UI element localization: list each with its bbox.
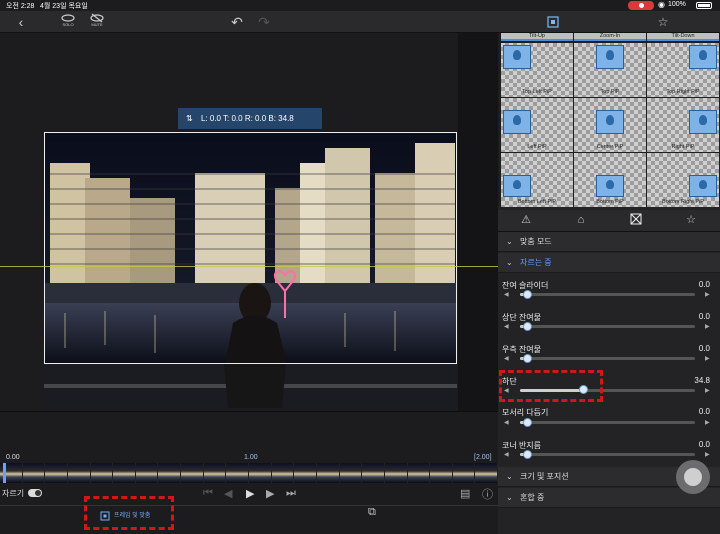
preset-bottom-left-pip[interactable]: Bottom Left PiP [501, 153, 573, 207]
slider-track-remaining[interactable] [520, 293, 695, 296]
status-date: 4월 23일 목요일 [40, 3, 88, 10]
captions-icon[interactable]: ▤ [460, 487, 470, 500]
preset-bottom-pip[interactable]: Bottom PiP [574, 153, 646, 207]
city-night-image [45, 133, 456, 363]
preset-tilt-up[interactable]: Tilt-Up [501, 33, 573, 41]
decrement-icon[interactable]: ◀ [504, 323, 509, 330]
preset-zoom-in[interactable]: Zoom-In [574, 33, 646, 41]
preview-side-strip [458, 33, 498, 411]
preset-top-pip[interactable]: Top PiP [574, 43, 646, 97]
preset-center-pip[interactable]: Center PiP [574, 98, 646, 152]
chevron-down-icon: ⌄ [506, 472, 513, 481]
preset-top-left-pip[interactable]: Top Left PiP [501, 43, 573, 97]
svg-text:MUTE: MUTE [91, 22, 103, 27]
redo-button[interactable]: ↷ [255, 13, 273, 31]
star-icon[interactable]: ☆ [656, 13, 670, 31]
crop-readout-icon: ⇅ [186, 114, 193, 123]
decrement-icon[interactable]: ◀ [504, 451, 509, 458]
status-bar: 오전 2:28 4월 23일 목요일 ◉ 100% [0, 0, 720, 11]
trim-label: 자르기 [2, 489, 25, 498]
preset-tilt-down[interactable]: Tilt-Down [647, 33, 719, 41]
crop-readout: ⇅ L: 0.0 T: 0.0 R: 0.0 B: 34.8 [178, 108, 322, 129]
cropped-region-preview [44, 364, 457, 408]
warning-icon[interactable]: ⚠ [519, 213, 533, 227]
slider-label-corner-smooth: 모서리 다듬기 [502, 408, 549, 417]
increment-icon[interactable]: ▶ [705, 291, 710, 298]
assistive-touch-button[interactable] [676, 460, 710, 494]
slider-track-corner-radius[interactable] [520, 453, 695, 456]
section-crop[interactable]: ⌄ 자르는 중 [498, 253, 720, 273]
slider-track-corner-smooth[interactable] [520, 421, 695, 424]
step-back-icon[interactable]: ◀ [224, 487, 232, 500]
transform-icon[interactable]: ⧉ [368, 506, 376, 519]
guide-line [0, 266, 498, 267]
help-icon[interactable]: ⓘ [482, 486, 493, 502]
slider-value-bottom: 34.8 [694, 376, 710, 385]
increment-icon[interactable]: ▶ [705, 451, 710, 458]
battery-percent: 100% [668, 1, 686, 8]
play-icon[interactable]: ▶ [246, 487, 254, 500]
increment-icon[interactable]: ▶ [705, 323, 710, 330]
slider-label-top: 상단 잔여물 [502, 313, 542, 322]
increment-icon[interactable]: ▶ [705, 387, 710, 394]
mute-icon[interactable]: MUTE [89, 13, 105, 31]
slider-value-corner-smooth: 0.0 [698, 407, 710, 416]
preset-left-pip[interactable]: Left PiP [501, 98, 573, 152]
slider-label-right: 우측 잔여물 [502, 345, 542, 354]
video-frame[interactable] [44, 132, 457, 364]
slider-knob[interactable] [523, 290, 532, 299]
chevron-down-icon: ⌄ [506, 493, 513, 502]
chevron-down-icon: ⌄ [506, 237, 513, 246]
decrement-icon[interactable]: ◀ [504, 419, 509, 426]
favorites-tab-icon[interactable]: ☆ [684, 213, 698, 227]
status-time: 오전 2:28 [6, 3, 35, 10]
timeline-end-time: [2.00] [474, 454, 492, 461]
playhead[interactable] [3, 463, 6, 483]
step-forward-icon[interactable]: ▶ [266, 487, 274, 500]
solo-icon[interactable]: SOLO [60, 13, 76, 31]
highlight-bottom-slider [499, 370, 603, 402]
slider-value-right: 0.0 [698, 344, 710, 353]
crop-icon[interactable] [546, 13, 560, 31]
slider-knob[interactable] [523, 354, 532, 363]
timeline-mid-time: 1.00 [244, 454, 258, 461]
back-button[interactable]: ‹ [14, 13, 28, 31]
slider-label-corner-radius: 코너 반지름 [502, 441, 542, 450]
crop-tab-icon[interactable] [629, 213, 643, 227]
crop-readout-text: L: 0.0 T: 0.0 R: 0.0 B: 34.8 [200, 114, 294, 123]
increment-icon[interactable]: ▶ [705, 419, 710, 426]
slider-value-remaining: 0.0 [698, 280, 710, 289]
battery-icon [696, 2, 712, 9]
folder-icon[interactable]: ⌂ [574, 213, 588, 227]
decrement-icon[interactable]: ◀ [504, 355, 509, 362]
slider-knob[interactable] [523, 322, 532, 331]
svg-text:SOLO: SOLO [62, 22, 73, 27]
timeline-start-time: 0.00 [6, 454, 20, 461]
highlight-frame-tab [84, 496, 174, 530]
filmstrip[interactable] [0, 463, 499, 483]
recording-indicator [628, 1, 654, 10]
chevron-down-icon: ⌄ [506, 258, 513, 267]
slider-track-right[interactable] [520, 357, 695, 360]
slider-knob[interactable] [523, 450, 532, 459]
slider-value-corner-radius: 0.0 [698, 440, 710, 449]
skip-start-icon[interactable]: ⏮ [203, 487, 213, 500]
preset-bottom-right-pip[interactable]: Bottom Right PiP [647, 153, 719, 207]
trim-toggle[interactable] [28, 489, 42, 497]
slider-knob[interactable] [523, 418, 532, 427]
decrement-icon[interactable]: ◀ [504, 291, 509, 298]
increment-icon[interactable]: ▶ [705, 355, 710, 362]
wifi-icon: ◉ [658, 0, 665, 9]
bottom-tab-bar [0, 505, 498, 534]
section-fit-mode[interactable]: ⌄ 맞춤 모드 [498, 232, 720, 252]
preset-right-pip[interactable]: Right PiP [647, 98, 719, 152]
slider-value-top: 0.0 [698, 312, 710, 321]
app-root: 오전 2:28 4월 23일 목요일 ◉ 100% ‹ SOLO MUTE ↶ … [0, 0, 720, 534]
undo-button[interactable]: ↶ [228, 13, 246, 31]
skip-end-icon[interactable]: ⏭ [286, 487, 296, 500]
top-toolbar: ‹ SOLO MUTE ↶ ↷ ☆ [0, 11, 720, 33]
slider-track-top[interactable] [520, 325, 695, 328]
preset-top-right-pip[interactable]: Top Right PiP [647, 43, 719, 97]
